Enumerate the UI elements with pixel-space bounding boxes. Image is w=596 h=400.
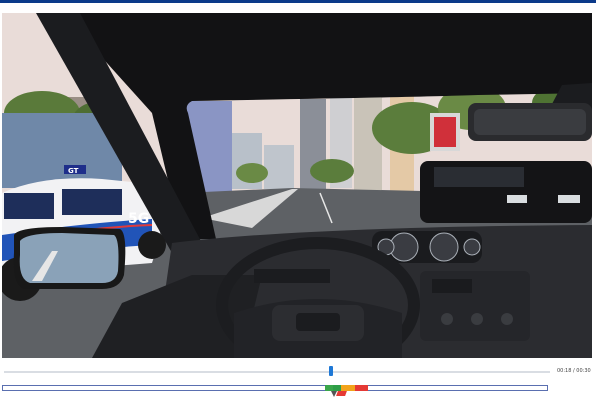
player-controls: 00:18 / 00:30 [0,358,596,400]
seek-track[interactable] [4,371,550,373]
video-frame[interactable]: GT 5G [2,13,592,358]
top-accent-bar [0,0,596,3]
driving-scene-image: GT 5G [2,13,592,358]
video-player-app: GT 5G 00:18 / 00:30 [0,0,596,400]
seek-handle[interactable] [329,366,333,376]
time-readout: 00:18 / 00:30 [557,368,591,374]
event-timeline[interactable] [2,385,548,391]
flag-icon [336,391,347,396]
event-segment-red[interactable] [355,385,368,391]
